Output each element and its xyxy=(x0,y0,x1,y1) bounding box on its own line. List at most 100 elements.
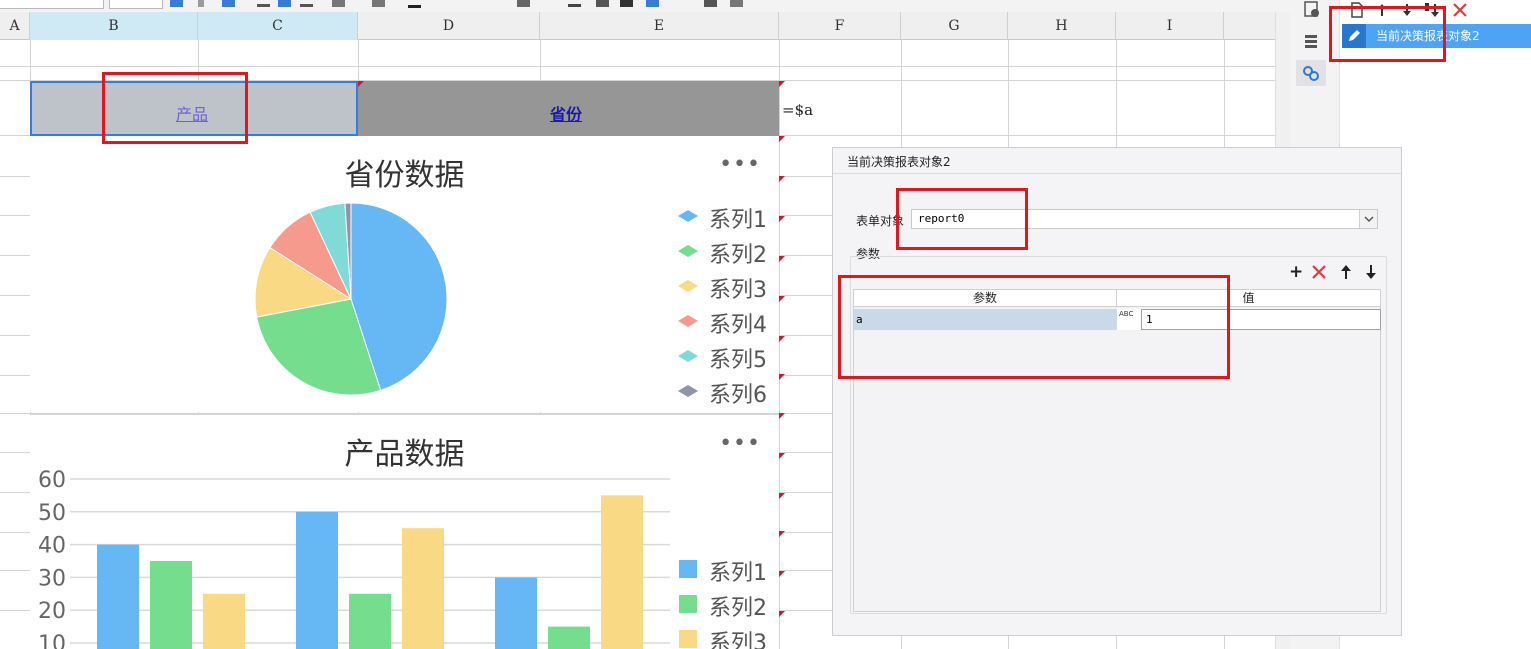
bar-legend-swatch-3 xyxy=(679,630,697,648)
hyperlink-marker xyxy=(779,81,785,87)
pie-legend-swatch-2 xyxy=(678,245,698,257)
y-tick-label: 20 xyxy=(38,599,66,624)
bar-legend-item-2[interactable]: 系列2 xyxy=(709,590,767,622)
bar-legend-item-3[interactable]: 系列3 xyxy=(709,625,767,649)
y-tick-label: 40 xyxy=(38,534,66,559)
param-move-down-icon[interactable] xyxy=(1365,264,1377,280)
font-color-icon[interactable] xyxy=(408,5,421,8)
grid-line xyxy=(0,66,1275,67)
bar-2-2 xyxy=(349,593,391,649)
bold-icon[interactable] xyxy=(170,0,183,7)
cell-marker xyxy=(779,136,785,142)
cell-marker xyxy=(779,611,785,617)
image-icon[interactable] xyxy=(646,0,659,7)
grid-line xyxy=(779,40,780,649)
column-header-f[interactable]: F xyxy=(779,12,901,40)
delete-param-icon[interactable] xyxy=(1312,265,1326,279)
pie-legend-item-3[interactable]: 系列3 xyxy=(709,272,767,304)
cell-marker xyxy=(779,176,785,182)
cell-marker xyxy=(779,531,785,537)
pie-legend-swatch-3 xyxy=(678,280,698,292)
province-hyperlink[interactable]: 省份 xyxy=(550,101,582,125)
column-header-a[interactable]: A xyxy=(0,12,30,40)
y-tick-label: 30 xyxy=(38,566,66,591)
cell-marker xyxy=(779,493,785,499)
bar-1-1 xyxy=(97,544,139,649)
hyperlink-icon[interactable] xyxy=(1296,60,1326,86)
bar-1-3 xyxy=(495,577,537,649)
dialog-divider xyxy=(833,173,1401,174)
text-align-icon[interactable] xyxy=(568,4,581,7)
bar-2-3 xyxy=(548,626,590,649)
column-header-g[interactable]: G xyxy=(901,12,1008,40)
pie-chart-container[interactable]: 省份数据 ••• 系列1 系列2 系列3 系列4 系列5 系列6 xyxy=(30,136,779,412)
align-left-icon[interactable] xyxy=(257,4,270,7)
bar-legend-swatch-1 xyxy=(679,560,697,578)
font-name-select[interactable] xyxy=(0,0,104,9)
cell-marker xyxy=(779,296,785,302)
pie-legend-swatch-6 xyxy=(678,385,698,397)
pie-legend-item-4[interactable]: 系列4 xyxy=(709,307,767,339)
bar-3-2 xyxy=(402,528,444,649)
toolbar xyxy=(0,0,1290,12)
dialog-title: 当前决策报表对象2 xyxy=(847,155,951,169)
font-size-select[interactable] xyxy=(109,0,163,9)
pie-legend-swatch-4 xyxy=(678,315,698,327)
formula-icon[interactable] xyxy=(596,0,609,7)
column-header-b[interactable]: B xyxy=(30,12,198,40)
cell-marker xyxy=(779,571,785,577)
border-icon[interactable] xyxy=(332,0,345,7)
cell-marker xyxy=(779,256,785,262)
hyperlink-marker xyxy=(358,81,364,87)
column-header-h[interactable]: H xyxy=(1008,12,1116,40)
add-param-icon[interactable]: + xyxy=(1289,262,1303,282)
widget-settings-icon[interactable] xyxy=(1296,28,1326,54)
column-headers: A B C D E F G H I xyxy=(0,12,1290,40)
cell-marker xyxy=(779,374,785,380)
chart-icon[interactable] xyxy=(620,0,633,7)
column-header-e[interactable]: E xyxy=(540,12,779,40)
pie-legend-item-2[interactable]: 系列2 xyxy=(709,237,767,269)
y-tick-label: 10 xyxy=(38,632,66,649)
app-window: A B C D E F G H I 产品 省份 =$a 省份数据 ••• 系列1… xyxy=(0,0,1531,649)
delete-icon[interactable] xyxy=(1452,2,1468,18)
highlight-box-params-table xyxy=(838,275,1230,379)
column-header-i[interactable]: I xyxy=(1116,12,1224,40)
param-move-up-icon[interactable] xyxy=(1340,264,1352,280)
pie-legend-item-5[interactable]: 系列5 xyxy=(709,342,767,374)
bar-chart: 60 50 40 30 20 10 xyxy=(38,468,697,649)
italic-icon[interactable] xyxy=(198,0,204,7)
cell-element-icon[interactable] xyxy=(704,0,717,7)
cell-marker xyxy=(779,336,785,342)
cell-marker xyxy=(779,413,785,419)
pie-legend-item-1[interactable]: 系列1 xyxy=(709,202,767,234)
highlight-box-product xyxy=(102,72,248,144)
fill-color-icon[interactable] xyxy=(372,0,385,7)
bar-1-2 xyxy=(296,511,338,649)
pie-chart xyxy=(254,202,698,397)
align-right-icon[interactable] xyxy=(300,4,313,7)
formula-cell[interactable]: =$a xyxy=(782,101,813,119)
highlight-box-object-item xyxy=(1329,6,1446,62)
bar-2-1 xyxy=(150,561,192,649)
underline-icon[interactable] xyxy=(222,0,235,7)
highlight-box-form-object xyxy=(896,188,1028,250)
pie-legend-item-6[interactable]: 系列6 xyxy=(709,377,767,409)
cell-attribute-icon[interactable] xyxy=(1296,0,1326,26)
y-tick-label: 50 xyxy=(38,501,66,526)
bar-3-3 xyxy=(601,495,643,649)
column-header-d[interactable]: D xyxy=(358,12,540,40)
bar-legend-swatch-2 xyxy=(679,595,697,613)
chevron-down-icon[interactable] xyxy=(1359,210,1377,228)
bar-chart-container[interactable]: 产品数据 ••• 60 50 40 30 20 10 系列1 系列2 系列3 xyxy=(30,414,779,649)
bar-legend-item-1[interactable]: 系列1 xyxy=(709,555,767,587)
bar-3-1 xyxy=(203,593,245,649)
y-tick-label: 60 xyxy=(38,468,66,493)
column-header-c[interactable]: C xyxy=(198,12,358,40)
cell-marker xyxy=(779,216,785,222)
sub-report-icon[interactable] xyxy=(730,0,743,7)
pie-legend-swatch-5 xyxy=(678,350,698,362)
pie-legend-swatch-1 xyxy=(678,210,698,222)
align-center-icon[interactable] xyxy=(278,0,291,7)
insert-row-icon[interactable] xyxy=(517,0,530,7)
